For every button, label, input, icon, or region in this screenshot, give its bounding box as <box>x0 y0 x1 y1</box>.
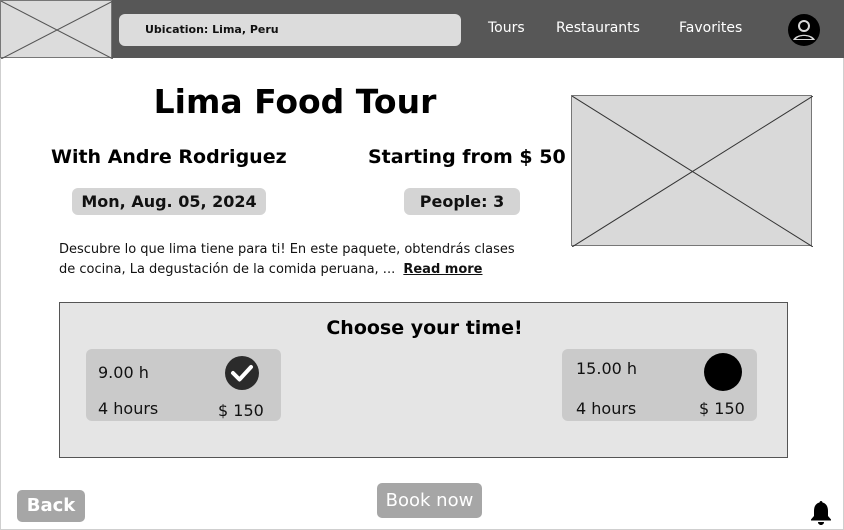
placeholder-image-icon <box>572 96 813 247</box>
bell-icon[interactable] <box>808 499 834 525</box>
slot-time: 15.00 h <box>576 359 638 378</box>
nav-restaurants[interactable]: Restaurants <box>556 20 640 36</box>
time-chooser-panel: Choose your time! 9.00 h 4 hours $ 150 1… <box>59 302 788 458</box>
slot-duration: 4 hours <box>98 399 159 418</box>
slot-price: $ 150 <box>218 401 264 420</box>
user-avatar-icon[interactable] <box>787 13 821 47</box>
slot-price: $ 150 <box>699 399 745 418</box>
tour-guide: With Andre Rodriguez <box>51 146 287 168</box>
tour-description: Descubre lo que lima tiene para ti! En e… <box>59 240 529 280</box>
people-selector[interactable]: People: 3 <box>404 188 520 215</box>
nav-tours[interactable]: Tours <box>488 20 525 36</box>
time-slot-afternoon[interactable]: 15.00 h 4 hours $ 150 <box>562 349 757 421</box>
time-slot-morning[interactable]: 9.00 h 4 hours $ 150 <box>86 349 281 421</box>
placeholder-image-icon <box>1 1 113 59</box>
check-circle-icon <box>225 356 259 390</box>
location-search-input[interactable]: Ubication: Lima, Peru <box>119 14 461 46</box>
top-bar: Ubication: Lima, Peru Tours Restaurants … <box>0 0 844 59</box>
tour-price: Starting from $ 50 <box>368 146 566 168</box>
tour-image-placeholder <box>571 95 813 247</box>
slot-duration: 4 hours <box>576 399 637 418</box>
slot-time: 9.00 h <box>98 363 149 382</box>
nav-favorites[interactable]: Favorites <box>679 20 742 36</box>
date-selector[interactable]: Mon, Aug. 05, 2024 <box>72 188 266 215</box>
radio-dot-icon <box>704 353 742 391</box>
read-more-link[interactable]: Read more <box>403 262 482 277</box>
book-now-button[interactable]: Book now <box>377 483 482 518</box>
time-chooser-title: Choose your time! <box>326 317 523 339</box>
tour-title: Lima Food Tour <box>153 82 437 121</box>
logo-placeholder[interactable] <box>0 0 113 59</box>
back-button[interactable]: Back <box>17 490 85 522</box>
